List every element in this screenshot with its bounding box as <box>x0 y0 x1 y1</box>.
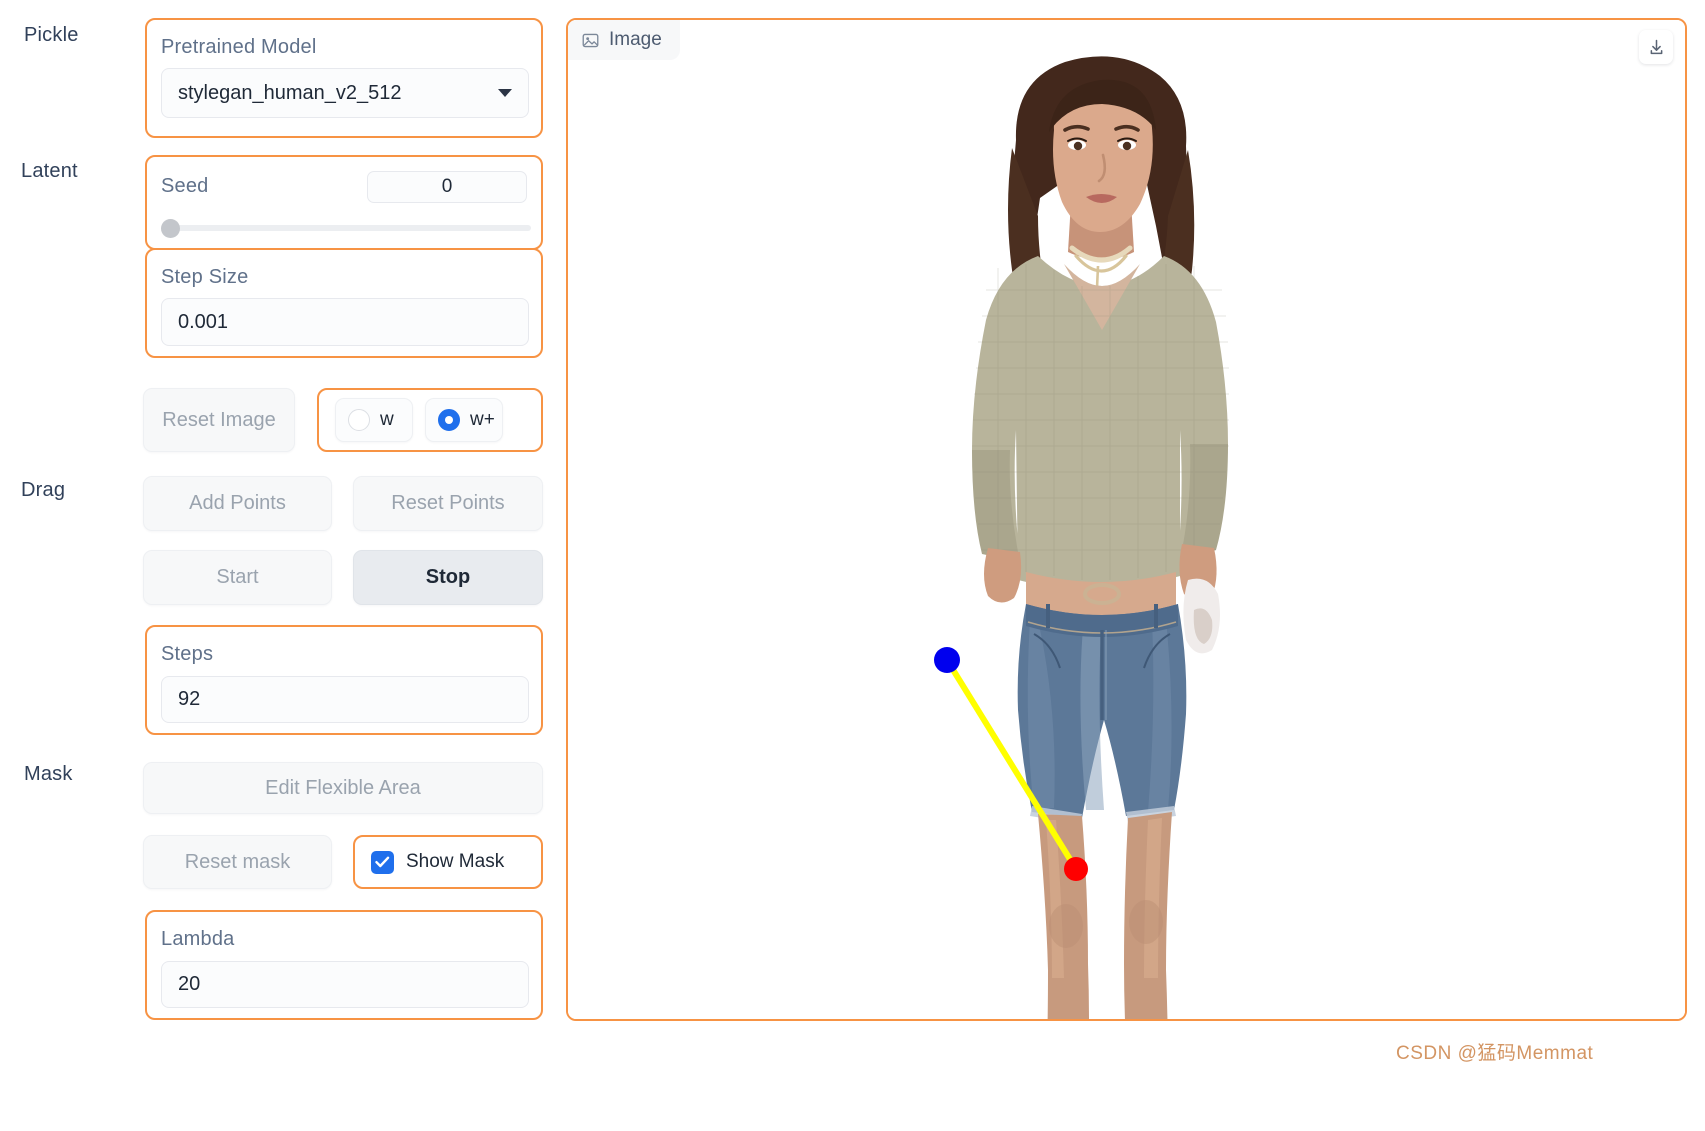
start-button[interactable]: Start <box>143 550 332 605</box>
tab-image-label: Image <box>609 29 662 50</box>
reset-mask-button[interactable]: Reset mask <box>143 835 332 889</box>
step-size-panel: Step Size 0.001 <box>145 248 543 358</box>
drag-point-overlay[interactable] <box>568 20 1685 1019</box>
reset-points-label: Reset Points <box>391 492 505 514</box>
seed-slider[interactable] <box>161 219 531 238</box>
drag-target-point[interactable] <box>1064 857 1088 881</box>
add-points-button[interactable]: Add Points <box>143 476 332 531</box>
stop-label: Stop <box>425 566 471 588</box>
tab-image[interactable]: Image <box>568 20 680 60</box>
reset-image-button[interactable]: Reset Image <box>143 388 295 452</box>
stop-button[interactable]: Stop <box>353 550 543 605</box>
add-points-label: Add Points <box>189 492 286 514</box>
seed-number-input[interactable]: 0 <box>367 171 527 203</box>
pretrained-model-title: Pretrained Model <box>161 36 317 58</box>
steps-value: 92 <box>178 688 201 710</box>
lambda-input[interactable]: 20 <box>161 961 529 1008</box>
group-label-pickle: Pickle <box>24 24 79 46</box>
lambda-label: Lambda <box>161 928 235 950</box>
seed-value-text: 0 <box>441 176 453 197</box>
lambda-value: 20 <box>178 973 201 995</box>
edit-flexible-area-label: Edit Flexible Area <box>265 776 421 799</box>
seed-slider-thumb[interactable] <box>161 219 180 238</box>
image-output-panel: Image <box>566 18 1687 1021</box>
show-mask-group: Show Mask <box>353 835 543 889</box>
reset-mask-label: Reset mask <box>184 850 291 873</box>
drag-handle-point[interactable] <box>934 647 960 673</box>
radio-label-w: w <box>380 409 394 430</box>
step-size-label: Step Size <box>161 266 249 288</box>
seed-slider-track <box>161 225 531 231</box>
pretrained-model-panel: Pretrained Model stylegan_human_v2_512 <box>145 18 543 138</box>
start-label: Start <box>216 566 259 588</box>
radio-option-wplus[interactable]: w+ <box>425 398 503 442</box>
image-canvas[interactable] <box>568 20 1685 1019</box>
radio-icon-wplus <box>438 409 460 431</box>
pretrained-model-select[interactable]: stylegan_human_v2_512 <box>161 68 529 118</box>
radio-option-w[interactable]: w <box>335 398 413 442</box>
show-mask-checkbox[interactable] <box>371 850 394 874</box>
seed-label: Seed <box>161 175 209 197</box>
lambda-panel: Lambda 20 <box>145 910 543 1020</box>
reset-points-button[interactable]: Reset Points <box>353 476 543 531</box>
reset-image-label: Reset Image <box>162 408 276 431</box>
group-label-drag: Drag <box>21 479 66 501</box>
group-label-mask: Mask <box>24 763 73 785</box>
drag-vector-line <box>944 658 1079 871</box>
radio-label-wplus: w+ <box>470 409 495 430</box>
radio-icon-w <box>348 409 370 431</box>
download-button[interactable] <box>1639 30 1673 64</box>
steps-label: Steps <box>161 643 214 665</box>
step-size-value: 0.001 <box>178 310 229 333</box>
seed-panel: Seed 0 <box>145 155 543 250</box>
control-sidebar: Pickle Latent Drag Mask Pretrained Model… <box>0 0 560 1131</box>
edit-flexible-area-button[interactable]: Edit Flexible Area <box>143 762 543 814</box>
show-mask-label: Show Mask <box>406 851 505 872</box>
latent-space-radio-group: w w+ <box>317 388 543 452</box>
watermark: CSDN @猛码Memmat <box>1396 1043 1594 1064</box>
steps-panel: Steps 92 <box>145 625 543 735</box>
group-label-latent: Latent <box>21 160 78 182</box>
picture-icon <box>582 33 599 47</box>
download-icon <box>1650 39 1662 54</box>
step-size-input[interactable]: 0.001 <box>161 298 529 346</box>
steps-input[interactable]: 92 <box>161 676 529 723</box>
chevron-down-icon <box>498 89 512 97</box>
pretrained-model-value: stylegan_human_v2_512 <box>178 81 402 104</box>
